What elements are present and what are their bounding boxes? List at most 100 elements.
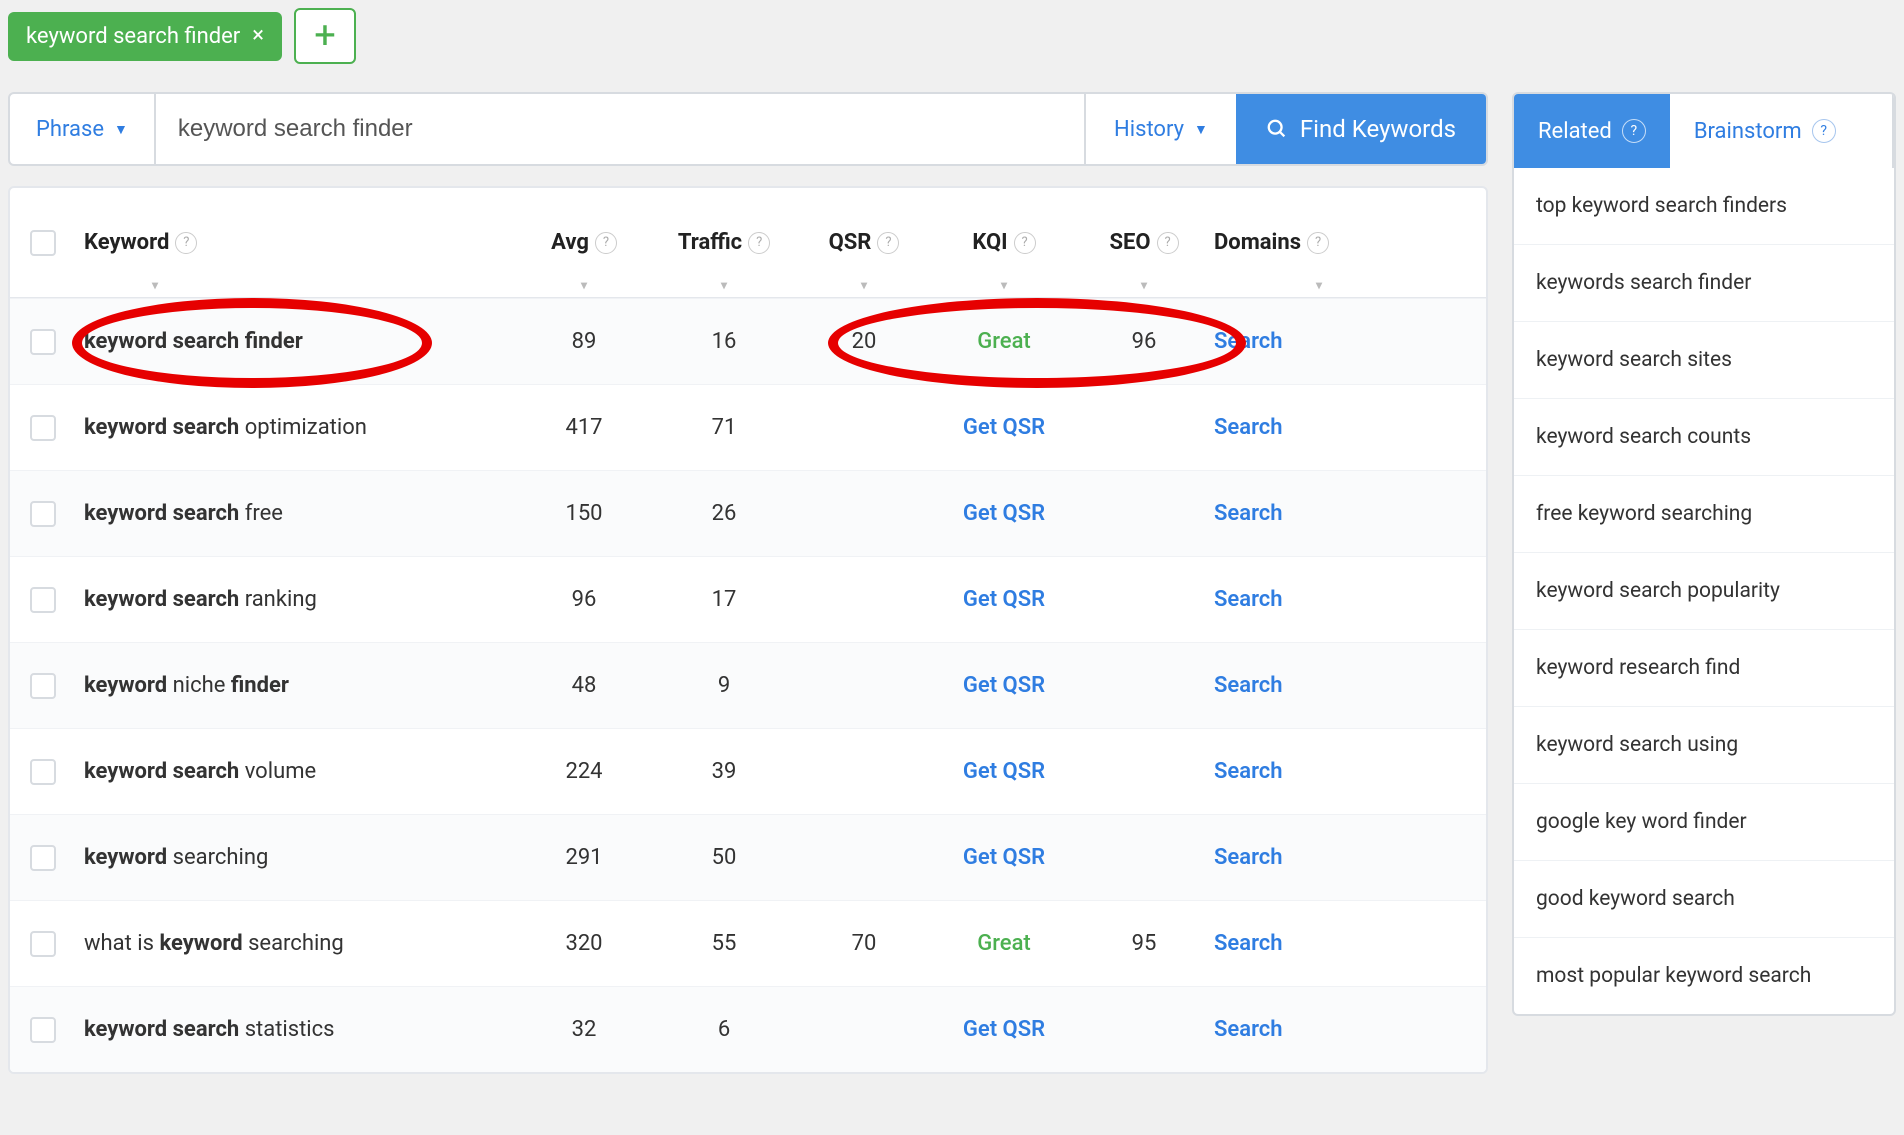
avg-cell: 32	[514, 1017, 654, 1042]
kqi-cell: Great	[934, 329, 1074, 354]
chevron-down-icon: ▼	[114, 121, 128, 138]
keyword-cell[interactable]: keyword search ranking	[84, 587, 514, 612]
domains-search-link[interactable]: Search	[1214, 501, 1283, 526]
avg-cell: 224	[514, 759, 654, 784]
traffic-cell: 55	[654, 931, 794, 956]
keyword-cell[interactable]: keyword searching	[84, 845, 514, 870]
keyword-cell[interactable]: what is keyword searching	[84, 931, 514, 956]
avg-cell: 96	[514, 587, 654, 612]
related-item[interactable]: keyword search popularity	[1514, 552, 1894, 629]
close-icon[interactable]: ×	[252, 25, 264, 47]
phrase-dropdown[interactable]: Phrase ▼	[10, 94, 156, 164]
plus-icon: +	[314, 14, 336, 58]
domains-search-link[interactable]: Search	[1214, 931, 1283, 956]
table-row: keyword search optimization41771Get QSRS…	[10, 384, 1486, 470]
related-item[interactable]: google key word finder	[1514, 783, 1894, 860]
row-checkbox[interactable]	[30, 415, 56, 441]
keyword-cell[interactable]: keyword search optimization	[84, 415, 514, 440]
get-qsr-link[interactable]: Get QSR	[963, 415, 1045, 440]
related-item[interactable]: keyword search counts	[1514, 398, 1894, 475]
related-item[interactable]: most popular keyword search	[1514, 937, 1894, 1014]
keyword-cell[interactable]: keyword search statistics	[84, 1017, 514, 1042]
help-icon[interactable]: ?	[1622, 119, 1646, 143]
get-qsr-link[interactable]: Get QSR	[963, 845, 1045, 870]
keyword-search-input[interactable]	[156, 94, 1084, 164]
get-qsr-link[interactable]: Get QSR	[963, 759, 1045, 784]
related-item[interactable]: keyword search sites	[1514, 321, 1894, 398]
find-keywords-button[interactable]: Find Keywords	[1236, 94, 1486, 164]
column-header-seo[interactable]: SEO ? ▾	[1074, 230, 1214, 255]
sort-icon: ▾	[152, 278, 158, 292]
domains-search-link[interactable]: Search	[1214, 587, 1283, 612]
keyword-cell[interactable]: keyword search volume	[84, 759, 514, 784]
domains-search-link[interactable]: Search	[1214, 415, 1283, 440]
column-header-avg[interactable]: Avg ? ▾	[514, 230, 654, 255]
column-header-domains[interactable]: Domains ? ▾	[1214, 230, 1424, 255]
table-row: keyword search ranking9617Get QSRSearch	[10, 556, 1486, 642]
seo-cell: 95	[1074, 931, 1214, 956]
column-header-traffic[interactable]: Traffic ? ▾	[654, 230, 794, 255]
sort-icon: ▾	[1316, 278, 1322, 292]
help-icon[interactable]: ?	[1307, 232, 1329, 254]
domains-search-link[interactable]: Search	[1214, 673, 1283, 698]
column-header-keyword[interactable]: Keyword ? ▾	[84, 230, 514, 255]
help-icon[interactable]: ?	[1157, 232, 1179, 254]
related-item[interactable]: top keyword search finders	[1514, 168, 1894, 244]
domains-search-link[interactable]: Search	[1214, 1017, 1283, 1042]
table-row: keyword search statistics326Get QSRSearc…	[10, 986, 1486, 1072]
row-checkbox[interactable]	[30, 501, 56, 527]
related-item[interactable]: keywords search finder	[1514, 244, 1894, 321]
get-qsr-link[interactable]: Get QSR	[963, 587, 1045, 612]
keyword-cell[interactable]: keyword search free	[84, 501, 514, 526]
right-tabs: Related ? Brainstorm ?	[1514, 94, 1894, 168]
table-header: Keyword ? ▾ Avg ? ▾ Traffic ? ▾	[10, 188, 1486, 298]
select-all-checkbox[interactable]	[30, 230, 56, 256]
search-tab[interactable]: keyword search finder ×	[8, 12, 282, 61]
help-icon[interactable]: ?	[1014, 232, 1036, 254]
phrase-label: Phrase	[36, 117, 104, 142]
keyword-cell[interactable]: keyword niche finder	[84, 673, 514, 698]
avg-cell: 150	[514, 501, 654, 526]
domains-search-link[interactable]: Search	[1214, 759, 1283, 784]
row-checkbox[interactable]	[30, 329, 56, 355]
keyword-cell[interactable]: keyword search finder	[84, 329, 514, 354]
help-icon[interactable]: ?	[877, 232, 899, 254]
get-qsr-link[interactable]: Get QSR	[963, 1017, 1045, 1042]
related-item[interactable]: keyword research find	[1514, 629, 1894, 706]
related-item[interactable]: keyword search using	[1514, 706, 1894, 783]
help-icon[interactable]: ?	[748, 232, 770, 254]
row-checkbox[interactable]	[30, 931, 56, 957]
get-qsr-link[interactable]: Get QSR	[963, 673, 1045, 698]
help-icon[interactable]: ?	[1812, 119, 1836, 143]
domains-search-link[interactable]: Search	[1214, 845, 1283, 870]
column-header-kqi[interactable]: KQI ? ▾	[934, 230, 1074, 255]
avg-cell: 417	[514, 415, 654, 440]
domains-search-link[interactable]: Search	[1214, 329, 1283, 354]
row-checkbox[interactable]	[30, 673, 56, 699]
related-item[interactable]: good keyword search	[1514, 860, 1894, 937]
history-dropdown[interactable]: History ▼	[1084, 94, 1236, 164]
table-row: keyword search volume22439Get QSRSearch	[10, 728, 1486, 814]
sort-icon: ▾	[861, 278, 867, 292]
get-qsr-link[interactable]: Get QSR	[963, 501, 1045, 526]
table-row: keyword searching29150Get QSRSearch	[10, 814, 1486, 900]
table-row: keyword search free15026 Get QSR Search	[10, 470, 1486, 556]
sort-icon: ▾	[581, 278, 587, 292]
add-tab-button[interactable]: +	[294, 8, 356, 64]
related-item[interactable]: free keyword searching	[1514, 475, 1894, 552]
avg-cell: 89	[514, 329, 654, 354]
tab-related[interactable]: Related ?	[1514, 94, 1670, 168]
help-icon[interactable]: ?	[175, 232, 197, 254]
row-checkbox[interactable]	[30, 1017, 56, 1043]
traffic-cell: 26	[654, 501, 794, 526]
help-icon[interactable]: ?	[595, 232, 617, 254]
row-checkbox[interactable]	[30, 759, 56, 785]
related-panel: Related ? Brainstorm ? top keyword searc…	[1512, 92, 1896, 1016]
results-table: Keyword ? ▾ Avg ? ▾ Traffic ? ▾	[8, 186, 1488, 1074]
column-header-qsr[interactable]: QSR ? ▾	[794, 230, 934, 255]
row-checkbox[interactable]	[30, 587, 56, 613]
tab-brainstorm[interactable]: Brainstorm ?	[1670, 94, 1894, 168]
row-checkbox[interactable]	[30, 845, 56, 871]
table-row: keyword niche finder489Get QSRSearch	[10, 642, 1486, 728]
sort-icon: ▾	[1141, 278, 1147, 292]
